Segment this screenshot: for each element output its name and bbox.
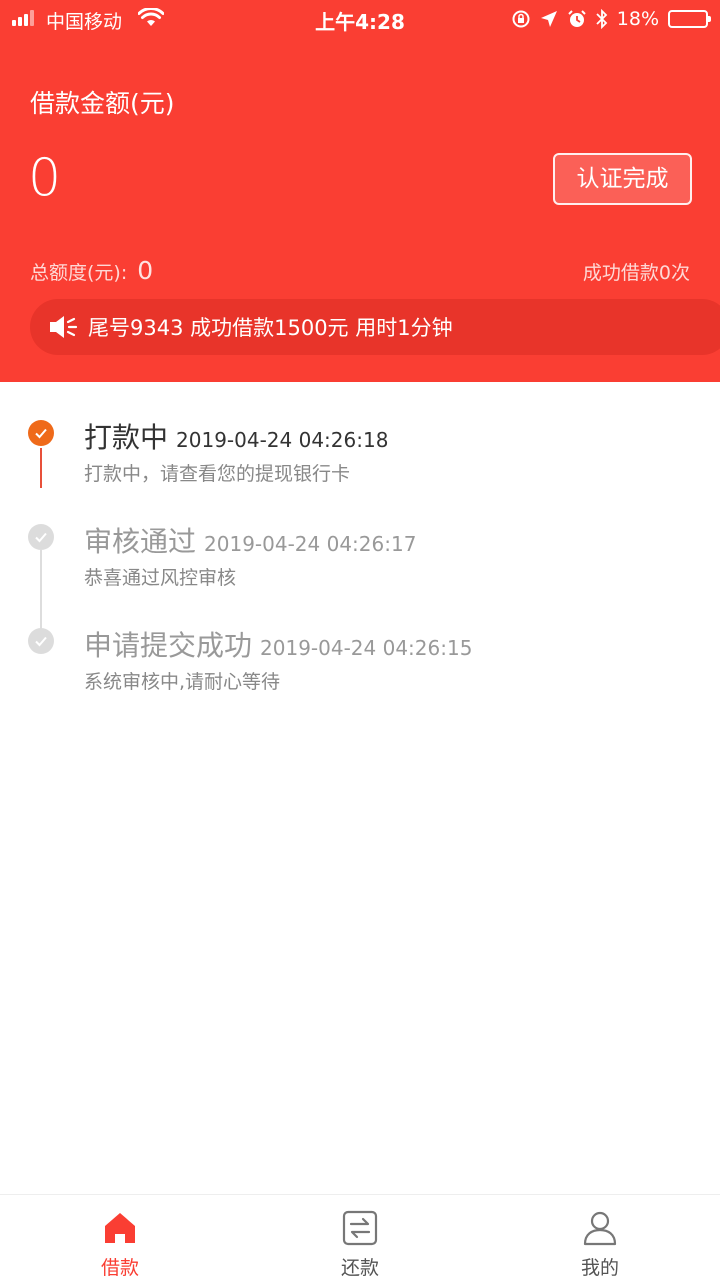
battery-icon bbox=[668, 10, 711, 28]
nav-item-borrow[interactable]: 借款 bbox=[60, 1195, 180, 1281]
timeline-desc: 系统审核中,请耐心等待 bbox=[84, 671, 281, 693]
timeline-time: 2019-04-24 04:26:15 bbox=[260, 636, 473, 660]
success-loan-count: 成功借款0次 bbox=[582, 262, 690, 284]
total-credit-row: 总额度(元): 0 bbox=[30, 256, 153, 285]
announcement-ticker: 尾号9343 成功借款1500元 用时1分钟 bbox=[30, 299, 720, 355]
total-credit-value: 0 bbox=[137, 256, 154, 285]
check-icon bbox=[28, 524, 54, 550]
loan-amount-label: 借款金额(元) bbox=[30, 89, 175, 118]
timeline-connector bbox=[40, 550, 42, 638]
ticker-text: 尾号9343 成功借款1500元 用时1分钟 bbox=[88, 316, 453, 340]
nav-label: 借款 bbox=[100, 1257, 139, 1279]
timeline-title: 申请提交成功 bbox=[84, 629, 253, 662]
exchange-icon bbox=[342, 1210, 378, 1246]
bottom-nav: 借款 还款 我的 bbox=[0, 1194, 720, 1280]
bluetooth-icon bbox=[596, 9, 608, 29]
home-icon bbox=[105, 1213, 135, 1243]
speaker-icon bbox=[50, 316, 78, 338]
timeline-time: 2019-04-24 04:26:17 bbox=[204, 532, 417, 556]
status-bar: 中国移动 上午4:28 18% bbox=[0, 0, 720, 38]
nav-label: 我的 bbox=[580, 1257, 619, 1279]
check-icon bbox=[28, 628, 54, 654]
total-credit-label: 总额度(元): bbox=[30, 262, 128, 284]
timeline-time: 2019-04-24 04:26:18 bbox=[176, 428, 389, 452]
nav-label: 还款 bbox=[340, 1257, 379, 1279]
loan-amount-value: 0 bbox=[28, 148, 62, 208]
timeline-title: 打款中 bbox=[84, 421, 169, 454]
timeline-title: 审核通过 bbox=[84, 525, 197, 558]
nav-item-me[interactable]: 我的 bbox=[540, 1195, 660, 1281]
header-panel: 中国移动 上午4:28 18% 借款金额(元) 0 认证完成 总额度(元): 0… bbox=[0, 0, 720, 382]
battery-percent: 18% bbox=[616, 8, 659, 30]
timeline-desc: 恭喜通过风控审核 bbox=[84, 567, 237, 589]
orientation-lock-icon bbox=[512, 10, 530, 28]
check-icon bbox=[28, 420, 54, 446]
nav-item-repay[interactable]: 还款 bbox=[300, 1195, 420, 1281]
auth-complete-button[interactable]: 认证完成 bbox=[553, 153, 692, 205]
user-icon bbox=[583, 1211, 617, 1246]
location-icon bbox=[540, 11, 557, 27]
timeline-connector-active bbox=[40, 448, 42, 488]
timeline-desc: 打款中，请查看您的提现银行卡 bbox=[84, 463, 351, 485]
alarm-icon bbox=[568, 10, 586, 27]
